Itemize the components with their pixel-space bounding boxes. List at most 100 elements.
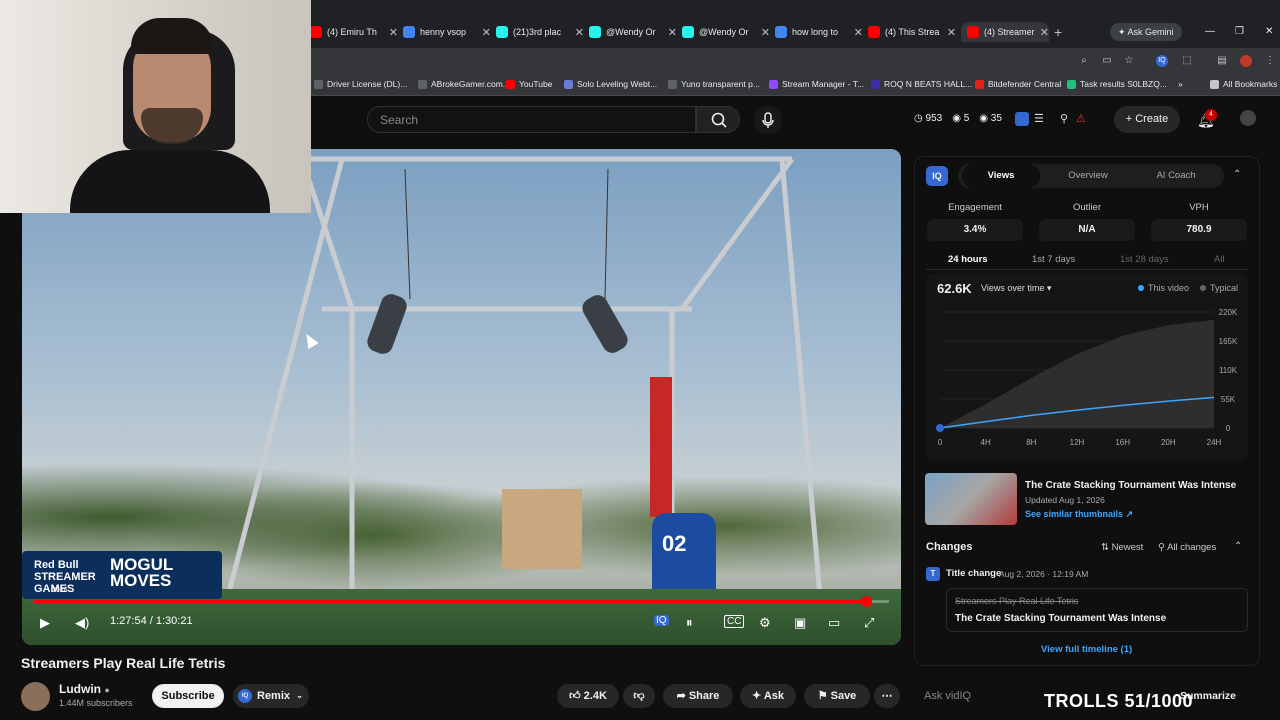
settings-icon[interactable]: ⚙ xyxy=(759,615,771,631)
video-player[interactable]: 02 Red Bull STREAMER GAMES MOGUL MOVES 2… xyxy=(22,149,901,645)
views-metric-dropdown[interactable]: Views over time ▾ xyxy=(981,283,1051,294)
browser-tab[interactable]: @Wendy Or ✕ xyxy=(589,22,677,42)
related-title[interactable]: The Crate Stacking Tournament Was Intens… xyxy=(1025,480,1236,491)
close-tab-icon[interactable]: ✕ xyxy=(947,26,956,39)
notification-badge: 4 xyxy=(1205,109,1217,121)
browser-tab[interactable]: henny vsop ✕ xyxy=(403,22,491,42)
bookmark-label: Yuno transparent p... xyxy=(681,79,760,89)
cast-icon[interactable]: ▭ xyxy=(1101,55,1113,67)
filter-all-changes[interactable]: ⚲ All changes xyxy=(1158,542,1216,553)
bookmark-item[interactable]: ABrokeGamer.com... xyxy=(418,79,510,89)
range-first-28-days[interactable]: 1st 28 days xyxy=(1120,254,1169,265)
time-display: 1:27:54 / 1:30:21 xyxy=(110,615,193,627)
bookmark-item[interactable]: Task results S0LBZQ... xyxy=(1067,79,1167,89)
browser-tab[interactable]: how long to ✕ xyxy=(775,22,863,42)
captions-icon[interactable]: CC xyxy=(724,615,745,628)
share-button[interactable]: ➦ Share xyxy=(663,684,733,708)
search-button[interactable] xyxy=(696,106,740,133)
search-input[interactable]: Search xyxy=(367,106,696,133)
progress-scrubber[interactable] xyxy=(860,596,872,607)
close-window-icon[interactable]: ✕ xyxy=(1265,26,1273,37)
close-tab-icon[interactable]: ✕ xyxy=(1040,26,1049,39)
subscribe-button[interactable]: Subscribe xyxy=(152,684,224,708)
changes-collapse-icon[interactable]: ⌃ xyxy=(1234,541,1242,552)
miniplayer-icon[interactable]: ▣ xyxy=(794,615,806,631)
close-tab-icon[interactable]: ✕ xyxy=(854,26,863,39)
range-all[interactable]: All xyxy=(1214,254,1225,265)
range-24-hours[interactable]: 24 hours xyxy=(948,254,988,265)
list-icon[interactable]: ☰ xyxy=(1034,112,1048,126)
account-avatar[interactable] xyxy=(1240,110,1256,126)
see-similar-thumbnails-link[interactable]: See similar thumbnails ↗ xyxy=(1025,509,1133,520)
close-tab-icon[interactable]: ✕ xyxy=(668,26,677,39)
profile-avatar[interactable] xyxy=(1240,55,1252,67)
alert-icon[interactable]: ⚠ xyxy=(1076,112,1090,126)
close-tab-icon[interactable]: ✕ xyxy=(482,26,491,39)
title-change-card xyxy=(946,588,1248,632)
restore-icon[interactable]: ❐ xyxy=(1235,26,1244,37)
progress-bar[interactable] xyxy=(34,596,889,607)
total-views: 62.6K xyxy=(937,281,972,296)
tab-views[interactable]: Views xyxy=(962,164,1040,188)
remix-button[interactable]: IQ Remix ⌄ xyxy=(233,684,309,708)
eye-icon: ◉ xyxy=(952,113,964,124)
voice-search-button[interactable] xyxy=(754,106,782,134)
bookmark-item[interactable]: Solo Leveling Webt... xyxy=(564,79,657,89)
close-tab-icon[interactable]: ✕ xyxy=(389,26,398,39)
fullscreen-icon[interactable]: ⤢ xyxy=(864,615,874,631)
tab-label: @Wendy Or xyxy=(606,27,656,37)
browser-tab[interactable]: (4) Emiru Th ✕ xyxy=(310,22,398,42)
browser-tab[interactable]: (4) This Strea ✕ xyxy=(868,22,956,42)
range-first-7-days[interactable]: 1st 7 days xyxy=(1032,254,1075,265)
bookmark-item[interactable]: YouTube xyxy=(506,79,552,89)
create-button[interactable]: + Create xyxy=(1114,106,1180,133)
sort-newest[interactable]: ⇅ Newest xyxy=(1101,542,1143,553)
channel-avatar[interactable] xyxy=(21,682,50,711)
vidiq-extension-icon[interactable]: IQ xyxy=(1156,55,1168,67)
browser-tab[interactable]: (21)3rd plac ✕ xyxy=(496,22,584,42)
zoom-icon[interactable]: ⌕ xyxy=(1078,55,1090,67)
new-title: The Crate Stacking Tournament Was Intens… xyxy=(955,613,1167,624)
tab-ai-coach[interactable]: AI Coach xyxy=(1136,164,1216,188)
ask-label: Ask xyxy=(763,690,785,702)
volume-icon[interactable]: ◀︎) xyxy=(75,615,89,631)
bookmark-item[interactable]: Stream Manager - T... xyxy=(769,79,864,89)
collapse-icon[interactable]: ⌃ xyxy=(1233,169,1241,180)
view-full-timeline-link[interactable]: View full timeline (1) xyxy=(1041,644,1132,655)
extensions-icon[interactable]: ⬚ xyxy=(1181,55,1193,67)
menu-icon[interactable]: ⋮ xyxy=(1264,55,1276,67)
browser-tab[interactable]: (4) Streamer ✕ xyxy=(961,22,1049,42)
idea-icon[interactable]: ⚲ xyxy=(1060,112,1074,126)
new-tab-button[interactable]: + xyxy=(1054,24,1062,40)
all-bookmarks[interactable]: All Bookmarks xyxy=(1210,79,1277,89)
browser-tab[interactable]: @Wendy Or ✕ xyxy=(682,22,770,42)
vidiq-player-icon[interactable]: IQ xyxy=(654,615,669,626)
channel-name[interactable]: Ludwin ● xyxy=(59,682,110,696)
minimize-icon[interactable]: — xyxy=(1205,26,1215,37)
like-button[interactable]: 👍︎ 2.4K xyxy=(557,684,619,708)
bookmark-item[interactable]: Bitdefender Central xyxy=(975,79,1061,89)
autoplay-pause-icon[interactable]: ⏸ xyxy=(686,615,693,631)
more-actions-button[interactable]: ⋯ xyxy=(874,684,900,708)
ask-gemini-button[interactable]: ✦ Ask Gemini xyxy=(1110,23,1182,41)
series-typical-area xyxy=(940,319,1214,428)
bookmark-item[interactable]: Yuno transparent p... xyxy=(668,79,760,89)
close-tab-icon[interactable]: ✕ xyxy=(761,26,770,39)
tab-label: (4) This Strea xyxy=(885,27,940,37)
dislike-button[interactable]: 👎︎ xyxy=(623,684,655,708)
ask-button[interactable]: ✦ Ask xyxy=(740,684,796,708)
tab-overview[interactable]: Overview xyxy=(1048,164,1128,188)
bookmark-item[interactable]: ROQ N BEATS HALL... xyxy=(871,79,972,89)
save-button[interactable]: ⚑ Save xyxy=(804,684,870,708)
tab-label: (4) Emiru Th xyxy=(327,27,377,37)
related-thumbnail[interactable] xyxy=(925,473,1017,525)
y-tick-label: 110K xyxy=(1219,366,1238,375)
bookmark-item[interactable]: Driver License (DL)... xyxy=(314,79,407,89)
bookmarks-overflow-icon[interactable]: » xyxy=(1178,79,1183,89)
star-icon[interactable]: ☆ xyxy=(1123,55,1135,67)
cast-player-icon[interactable]: ▭ xyxy=(828,615,840,631)
vidiq-icon[interactable] xyxy=(1015,112,1029,126)
sidepanel-icon[interactable]: ▤ xyxy=(1216,55,1228,67)
close-tab-icon[interactable]: ✕ xyxy=(575,26,584,39)
play-icon[interactable]: ▶ xyxy=(40,615,50,631)
